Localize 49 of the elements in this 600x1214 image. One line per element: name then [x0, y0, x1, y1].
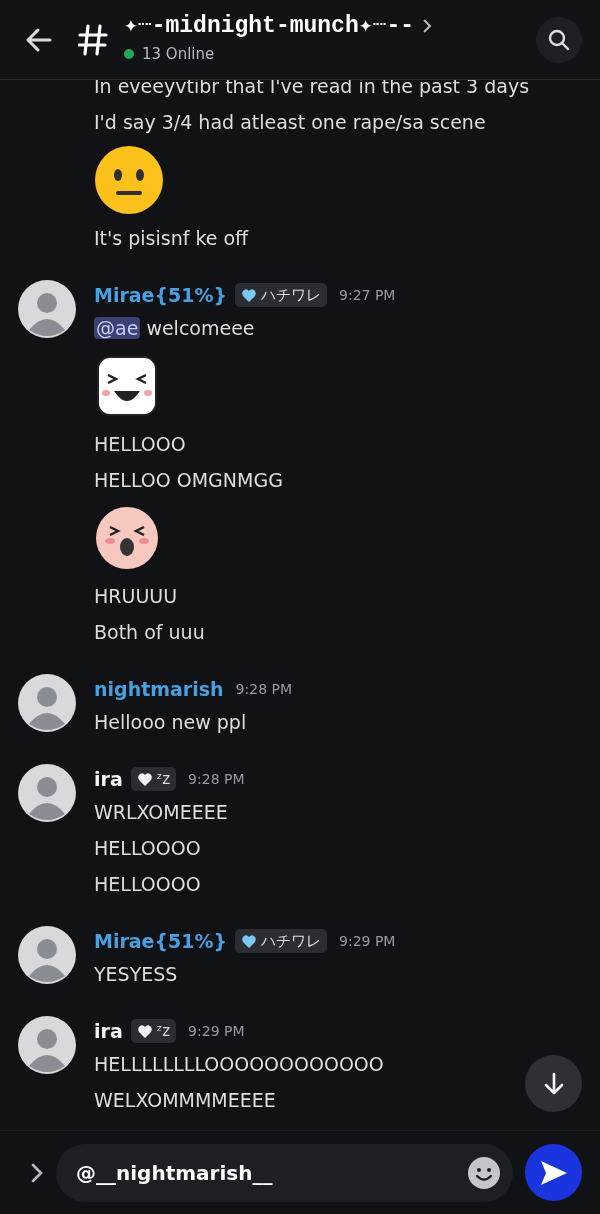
- message-text: HELLOOO: [94, 432, 186, 457]
- avatar: [18, 926, 76, 984]
- message-text: Hellooo new ppl: [94, 710, 247, 735]
- message-text: I'd say 3/4 had atleast one rape/sa scene: [94, 110, 486, 135]
- search-icon: [547, 27, 571, 52]
- avatar: [18, 280, 76, 338]
- message-text: Both of uuu: [94, 620, 205, 645]
- message-text: It's pisisnf ke off: [94, 226, 249, 251]
- hashtag-icon: [78, 23, 108, 56]
- message-input[interactable]: @__nightmarish__: [56, 1143, 513, 1202]
- neutral-face-emoji: [94, 145, 164, 215]
- message-text: WELXOMMMMEEEE: [94, 1088, 276, 1113]
- timestamp: 9:29 PM: [188, 1021, 245, 1041]
- message-text: YESYESS: [94, 962, 178, 987]
- tag-text: ᶻz: [156, 768, 171, 790]
- sticker-drawing: [94, 505, 160, 571]
- search-button[interactable]: [536, 16, 582, 63]
- message-text: HELLOO OMGNMGG: [94, 468, 283, 493]
- tag-text: ハチワレ: [261, 930, 322, 952]
- chevron-icon[interactable]: [30, 1161, 44, 1184]
- timestamp: 9:29 PM: [339, 931, 396, 951]
- online-status-dot: [124, 49, 134, 60]
- message-text: HELLOOOO: [94, 836, 201, 861]
- message-text: HRUUUU: [94, 584, 178, 609]
- tag-text: ハチワレ: [261, 284, 322, 306]
- message-text: WRLXOMEEEE: [94, 800, 228, 825]
- timestamp: 9:28 PM: [188, 769, 245, 789]
- chevron-icon: [422, 18, 433, 35]
- author-name[interactable]: Mirae{51%}: [94, 280, 228, 310]
- message-text: welcomeee: [145, 317, 255, 339]
- channel-name[interactable]: ✦┈-midnight-munch✦┈--: [124, 13, 415, 39]
- message-text: HELLLLLLLLOOOOOOOOOOOO: [94, 1052, 384, 1077]
- author-name[interactable]: ira: [94, 1016, 123, 1046]
- tag-text: ᶻz: [156, 1020, 171, 1042]
- avatar: [18, 1016, 76, 1074]
- send-button[interactable]: [525, 1144, 582, 1201]
- timestamp: 9:28 PM: [235, 679, 292, 699]
- send-icon: [538, 1158, 569, 1187]
- mention[interactable]: @ae: [94, 317, 141, 339]
- author-name[interactable]: nightmarish: [94, 674, 224, 704]
- author-name[interactable]: ira: [94, 764, 123, 794]
- emoji-icon[interactable]: [467, 1155, 501, 1190]
- sticker-drawing: [94, 353, 160, 419]
- online-count: 13 Online: [142, 43, 215, 65]
- timestamp: 9:27 PM: [339, 285, 396, 305]
- message-text: HELLOOOO: [94, 872, 201, 897]
- avatar: [18, 764, 76, 822]
- avatar: [18, 674, 76, 732]
- author-name[interactable]: Mirae{51%}: [94, 926, 228, 956]
